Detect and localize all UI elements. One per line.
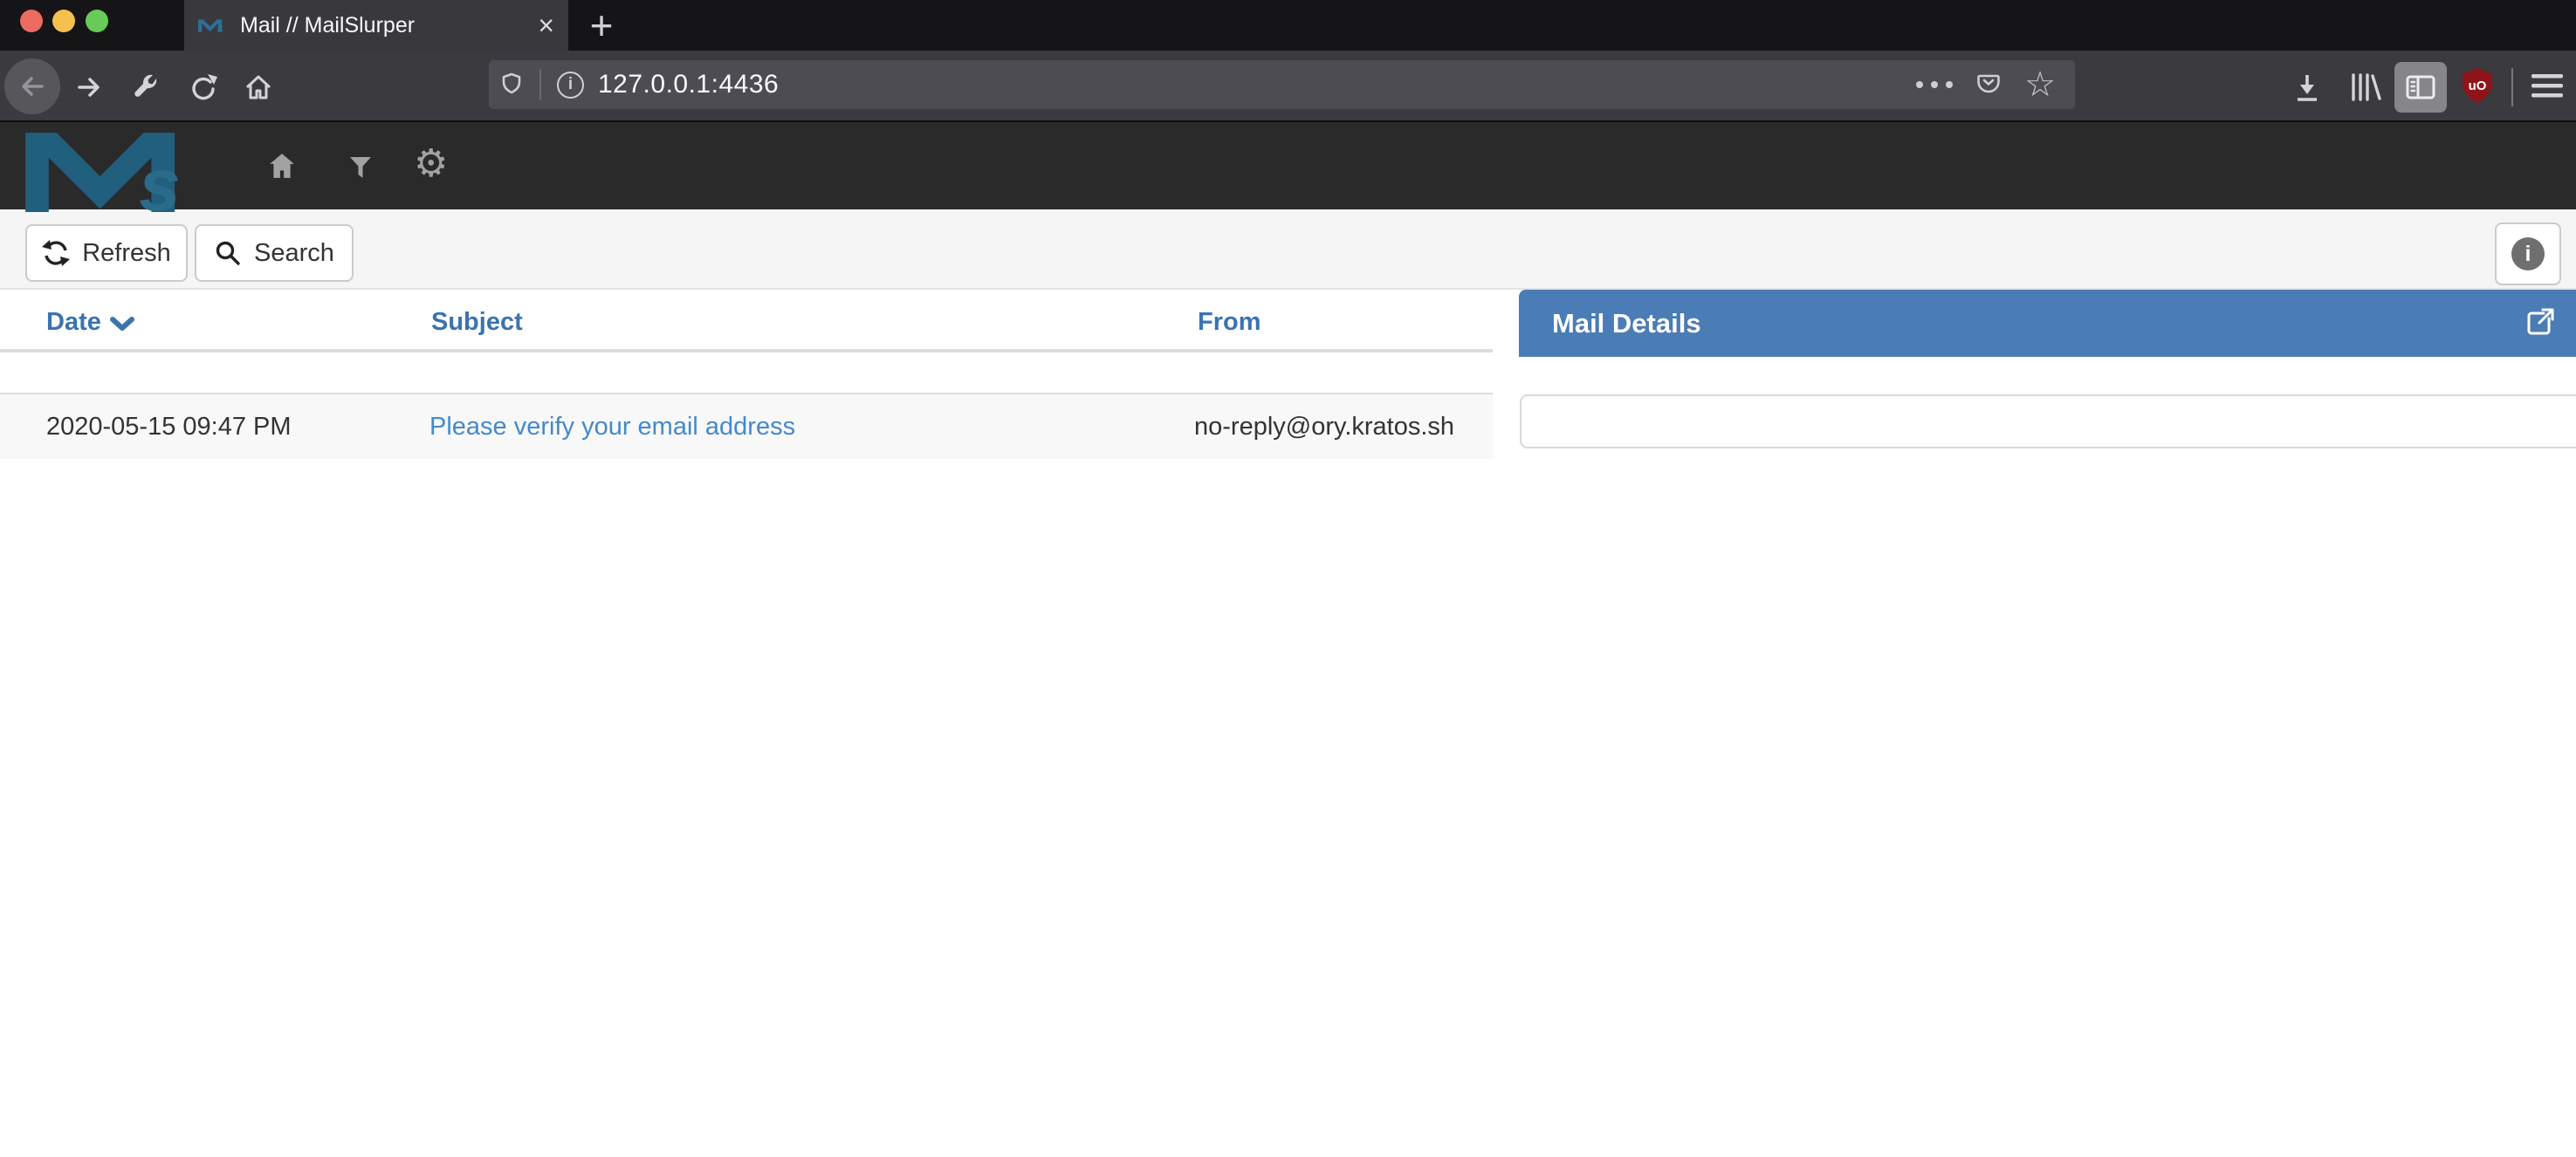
ublock-origin-icon[interactable]: uO (2459, 66, 2496, 106)
toolbar-separator (2511, 68, 2513, 106)
sidebar-toggle-button[interactable] (2394, 62, 2447, 113)
browser-toolbar: i 127.0.0.1:4436 ☆ uO (0, 51, 2576, 120)
nav-settings-gear-icon[interactable]: ⚙ (414, 145, 448, 183)
refresh-icon (42, 239, 70, 267)
mailslurper-logo[interactable]: s (24, 127, 213, 212)
window-zoom-button[interactable] (86, 10, 108, 32)
mail-list-row[interactable]: 2020-05-15 09:47 PM Please verify your e… (0, 393, 1493, 459)
window-close-button[interactable] (20, 10, 43, 32)
new-tab-button[interactable]: + (576, 0, 627, 51)
tracking-shield-icon[interactable] (499, 72, 524, 98)
browser-tab-bar: s Mail // MailSlurper × + (0, 0, 2576, 51)
menu-hamburger-button[interactable] (2530, 73, 2565, 99)
sidebar-icon (2405, 73, 2436, 101)
browser-tab-mailslurper[interactable]: s Mail // MailSlurper × (184, 0, 568, 51)
action-strip: Refresh Search i (0, 209, 2576, 290)
table-header-border (0, 349, 1493, 353)
info-icon: i (2511, 237, 2545, 270)
pocket-icon[interactable] (1975, 72, 2002, 98)
back-button[interactable] (4, 58, 60, 114)
page-actions-icon[interactable] (1916, 81, 1953, 88)
downloads-button[interactable] (2290, 72, 2325, 103)
bookmark-star-icon[interactable]: ☆ (2024, 67, 2056, 102)
column-header-subject: Subject (431, 308, 523, 337)
info-button[interactable]: i (2495, 222, 2561, 285)
refresh-label: Refresh (82, 239, 171, 268)
mail-details-header: Mail Details (1519, 290, 2576, 357)
wrench-icon[interactable] (129, 72, 161, 103)
window-minimize-button[interactable] (52, 10, 75, 32)
reload-button[interactable] (187, 72, 218, 103)
mailslurper-favicon-icon: s (198, 18, 228, 32)
mailslurper-navbar: s ⚙ (0, 122, 2576, 209)
library-button[interactable] (2346, 72, 2383, 103)
back-arrow-icon (17, 71, 48, 102)
mail-from: no-reply@ory.kratos.sh (1194, 394, 1454, 459)
forward-button[interactable] (73, 72, 105, 103)
search-icon (214, 239, 242, 267)
sort-chevron-down-icon[interactable] (109, 316, 135, 333)
home-button[interactable] (242, 72, 275, 103)
mail-details-content (1520, 394, 2576, 448)
svg-text:s: s (216, 22, 223, 32)
svg-text:s: s (139, 144, 181, 212)
refresh-button[interactable]: Refresh (25, 224, 188, 282)
nav-home-icon[interactable] (267, 152, 297, 180)
site-info-icon[interactable]: i (557, 72, 584, 99)
column-header-from: From (1198, 308, 1261, 337)
tab-title: Mail // MailSlurper (240, 13, 529, 38)
close-tab-icon[interactable]: × (538, 11, 554, 39)
column-header-date[interactable]: Date (46, 308, 101, 337)
search-label: Search (254, 239, 334, 268)
mail-subject-link[interactable]: Please verify your email address (429, 394, 795, 459)
open-external-icon[interactable] (2523, 307, 2555, 339)
mail-date: 2020-05-15 09:47 PM (46, 394, 292, 459)
url-bar[interactable]: i 127.0.0.1:4436 ☆ (489, 60, 2075, 109)
search-button[interactable]: Search (195, 224, 354, 282)
svg-text:uO: uO (2469, 79, 2487, 93)
mail-details-title: Mail Details (1552, 290, 1701, 357)
url-text[interactable]: 127.0.0.1:4436 (598, 70, 779, 99)
urlbar-divider (539, 69, 541, 100)
nav-filter-icon[interactable] (348, 155, 373, 180)
